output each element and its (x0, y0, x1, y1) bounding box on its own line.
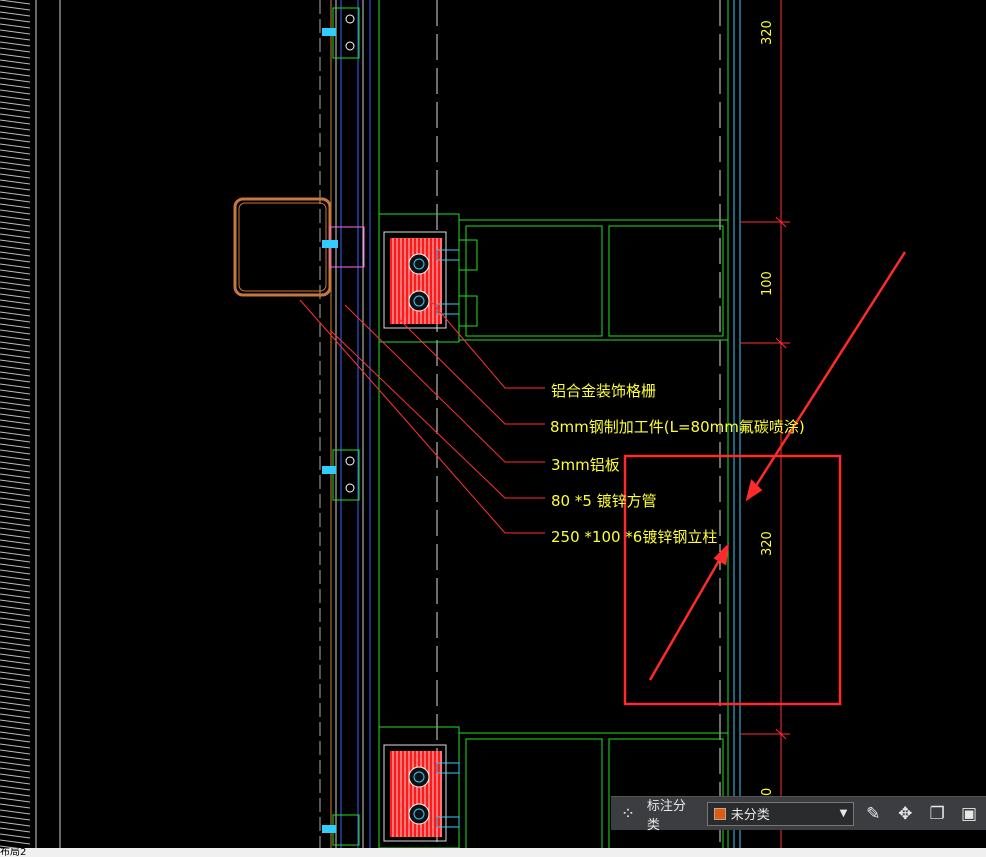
annotation-aluminum-grille: 铝合金装饰格栅 (551, 382, 657, 400)
annotation-aluminum-plate: 3mm铝板 (551, 456, 620, 474)
cad-drawing-canvas[interactable] (0, 0, 986, 857)
annotation-toolbar: ⁘ 标注分类 未分类 ▼ ✎ ✥ ❐ ▣ (611, 796, 986, 833)
chevron-down-icon: ▼ (839, 808, 848, 819)
leader-lines (299, 299, 545, 534)
hatch-strip (0, 0, 61, 851)
layout-tab-bar: 布局2 (0, 848, 986, 857)
layout-tab[interactable]: 布局2 (0, 848, 26, 857)
highlight-annotation (623, 251, 907, 706)
square-steel-tube (233, 197, 332, 297)
edit-icon[interactable]: ✎ (860, 801, 886, 827)
dimension-mid-320: 320 (760, 531, 775, 556)
annotation-steel-column: 250 *100 *6镀锌钢立柱 (551, 528, 718, 546)
dimension-100: 100 (760, 271, 775, 296)
grid-icon[interactable]: ⁘ (615, 801, 641, 827)
annotation-square-tube: 80 *5 镀锌方管 (551, 492, 657, 510)
category-select[interactable]: 未分类 ▼ (706, 801, 855, 826)
category-value: 未分类 (730, 808, 770, 823)
category-color-swatch (713, 807, 726, 820)
category-label: 标注分类 (646, 798, 686, 833)
annotation-steel-part: 8mm钢制加工件(L=80mm氟碳喷涂) (550, 418, 805, 436)
dimension-top-320: 320 (760, 20, 775, 45)
paste-icon[interactable]: ▣ (956, 801, 982, 827)
dimension-bottom: 0 (760, 787, 775, 796)
copy-icon[interactable]: ❐ (924, 801, 950, 827)
louvre-profile-upper (378, 213, 728, 343)
move-icon[interactable]: ✥ (892, 801, 918, 827)
